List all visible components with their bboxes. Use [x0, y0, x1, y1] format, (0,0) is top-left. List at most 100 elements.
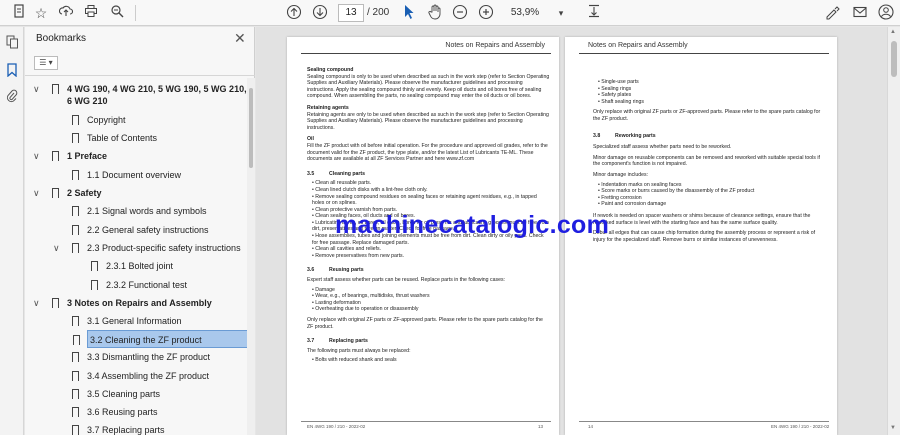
page-down-icon[interactable]	[311, 4, 329, 22]
chevron-down-icon[interactable]: ∨	[33, 184, 43, 202]
user-icon[interactable]	[877, 4, 895, 22]
list-item: • Overheating due to operation or disass…	[312, 306, 419, 313]
section-heading-3-6: 3.6 Reusing parts	[307, 267, 364, 274]
bookmark-label: Table of Contents	[87, 133, 158, 143]
fit-page-icon[interactable]	[585, 4, 603, 22]
bookmark-item[interactable]: 3.1 General Information	[25, 312, 245, 330]
footer-docid: EN 4WG 190 / 210 - 2022-02	[771, 424, 830, 429]
hand-icon[interactable]	[426, 4, 444, 22]
damage-list: • Indentation marks on sealing faces • Sc…	[593, 182, 828, 208]
bookmark-label: 3.1 General Information	[87, 316, 182, 326]
panel-title: Bookmarks	[36, 33, 87, 44]
star-icon[interactable]: ☆	[32, 4, 50, 22]
bookmark-label: 2 Safety	[67, 188, 102, 198]
attachment-icon[interactable]	[4, 89, 20, 105]
bookmark-item[interactable]: ∨ 3 Notes on Repairs and Assembly	[25, 294, 245, 312]
list-item: • Safety plates	[598, 92, 632, 99]
zoom-in-icon[interactable]	[477, 4, 495, 22]
replace-parts-list: • Single-use parts • Sealing rings • Safet…	[593, 79, 828, 105]
bookmark-item[interactable]: 2.3.1 Bolted joint	[25, 257, 245, 275]
bookmark-list: ∨ 4 WG 190, 4 WG 210, 5 WG 190, 5 WG 210,…	[25, 78, 247, 435]
bookmark-item[interactable]: 3.3 Dismantling the ZF product	[25, 348, 245, 366]
bookmark-item[interactable]: 1.1 Document overview	[25, 166, 245, 184]
replace-list: • Bolts with reduced shank and seals	[307, 357, 550, 364]
chevron-down-icon[interactable]: ∨	[33, 294, 43, 312]
bookmark-item[interactable]: 6 WG 210	[25, 92, 245, 110]
close-icon[interactable]: ✕	[234, 30, 246, 47]
upload-icon[interactable]	[57, 4, 75, 22]
rework-p4: If rework is needed on spacer washers or…	[593, 212, 811, 226]
bookmark-flag-icon	[72, 352, 79, 365]
bookmark-item[interactable]: Copyright	[25, 111, 245, 129]
cursor-icon[interactable]	[400, 4, 418, 22]
zoom-level[interactable]: 53,9%	[502, 4, 548, 22]
page-number-input[interactable]: 13	[338, 4, 364, 22]
print-icon[interactable]	[82, 4, 100, 22]
panel-scroll-thumb[interactable]	[249, 88, 253, 168]
bookmark-item[interactable]: 2.1 Signal words and symbols	[25, 202, 245, 220]
bookmark-flag-icon	[52, 298, 59, 311]
bookmark-label: 3.6 Reusing parts	[87, 407, 158, 417]
reuse-list: • Damage • Wear, e.g., of bearings, multi…	[307, 287, 550, 313]
bookmark-options-button[interactable]: ☰ ▾	[34, 56, 58, 70]
chevron-down-icon[interactable]: ▾	[552, 4, 570, 22]
bookmark-flag-icon	[72, 389, 79, 402]
mail-icon[interactable]	[851, 4, 869, 22]
bookmark-label: 1.1 Document overview	[87, 170, 182, 180]
list-item: • Shaft sealing rings	[598, 98, 644, 105]
reuse-intro: Expert staff assess whether parts can be…	[307, 277, 505, 284]
header-rule	[579, 53, 829, 54]
sign-icon[interactable]	[824, 4, 842, 22]
bookmark-item[interactable]: 3.2 Cleaning the ZF product	[73, 330, 247, 348]
main-toolbar: ☆ 13 / 200 53,9% ▾	[0, 0, 900, 26]
bookmark-item[interactable]: Table of Contents	[25, 129, 245, 147]
bookmark-item[interactable]: 2.3.2 Functional test	[25, 276, 245, 294]
retaining-text: Retaining agents are only to be used whe…	[307, 111, 549, 131]
bookmark-item[interactable]: 3.4 Assembling the ZF product	[25, 367, 245, 385]
list-item: • Lasting deformation	[312, 299, 361, 306]
bookmark-icon[interactable]	[4, 63, 20, 79]
bookmark-label: 3 Notes on Repairs and Assembly	[67, 298, 212, 308]
home-icon[interactable]	[10, 4, 28, 22]
chevron-down-icon[interactable]: ∨	[53, 239, 63, 257]
list-item: • Bolts with reduced shank and seals	[312, 357, 397, 364]
document-scroll-thumb[interactable]	[891, 41, 897, 77]
bookmark-item[interactable]: ∨ 1 Preface	[25, 147, 245, 165]
document-scrollbar[interactable]: ▲ ▼	[887, 27, 900, 435]
footer-rule	[301, 421, 551, 422]
list-item: • Clean lined clutch disks with a lint-f…	[312, 186, 428, 193]
bookmark-item[interactable]: ∨ 2 Safety	[25, 184, 245, 202]
section-heading-3-8: 3.8 Reworking parts	[593, 132, 656, 139]
list-item: • Clean all reusable parts.	[312, 180, 372, 187]
page-total: / 200	[367, 7, 390, 18]
bookmark-item[interactable]: 2.2 General safety instructions	[25, 221, 245, 239]
retaining-heading: Retaining agents	[307, 104, 349, 111]
page-header: Notes on Repairs and Assembly	[445, 42, 545, 49]
bookmark-item[interactable]: 3.5 Cleaning parts	[25, 385, 245, 403]
oil-text: Fill the ZF product with oil before init…	[307, 142, 548, 163]
bookmark-flag-icon	[52, 188, 59, 201]
list-item: • Damage	[312, 286, 335, 293]
navigation-rail	[0, 27, 24, 435]
bookmark-flag-icon	[52, 151, 59, 164]
pages-thumbnail-icon[interactable]	[4, 35, 20, 51]
bookmark-flag-icon	[91, 280, 98, 293]
bookmark-label: Copyright	[87, 115, 126, 125]
bookmark-label: 1 Preface	[67, 151, 108, 161]
bookmark-item[interactable]: 3.6 Reusing parts	[25, 403, 245, 421]
zoom-out-icon[interactable]	[451, 4, 469, 22]
panel-scrollbar[interactable]	[247, 78, 255, 435]
chevron-down-icon[interactable]: ∨	[33, 147, 43, 165]
scroll-up-icon[interactable]: ▲	[890, 29, 896, 35]
rework-p1: Specialized staff assess whether parts n…	[593, 144, 732, 151]
zoom-search-icon[interactable]	[108, 4, 126, 22]
footer-rule	[579, 421, 829, 422]
footer-page-number: 14	[588, 424, 594, 429]
page-up-icon[interactable]	[285, 4, 303, 22]
bookmark-item[interactable]: ∨ 2.3 Product-specific safety instruction…	[25, 239, 245, 257]
list-item: • Sealing rings	[598, 85, 632, 92]
scroll-down-icon[interactable]: ▼	[890, 425, 896, 431]
bookmark-flag-icon	[72, 243, 79, 256]
document-viewer[interactable]: Notes on Repairs and Assembly Sealing co…	[256, 27, 900, 435]
bookmark-item[interactable]: 3.7 Replacing parts	[25, 421, 245, 435]
